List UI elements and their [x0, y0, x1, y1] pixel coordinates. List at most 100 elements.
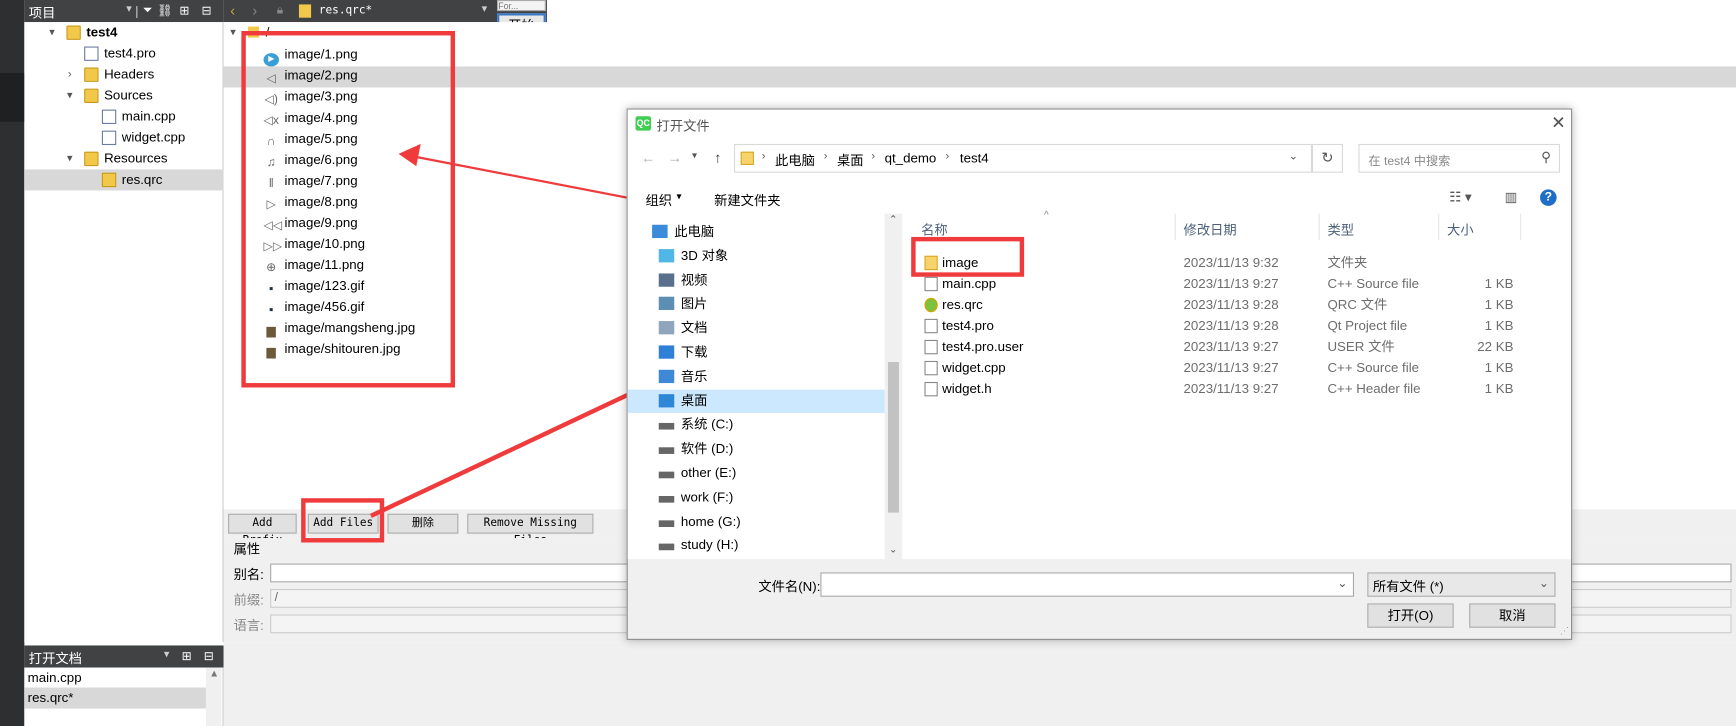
scroll-thumb[interactable]	[887, 362, 899, 513]
drive-icon	[658, 423, 675, 431]
column-type[interactable]: 类型	[1327, 220, 1354, 239]
file-type: C++ Source file	[1327, 275, 1420, 292]
nav-label: 此电脑	[674, 223, 715, 240]
drive-icon	[658, 495, 675, 503]
search-box[interactable]: 在 test4 中搜索 ⚲	[1358, 143, 1560, 173]
qrc-file-icon	[924, 297, 938, 313]
back-arrow-icon[interactable]: ←	[641, 149, 655, 166]
cancel-button[interactable]: 取消	[1469, 603, 1556, 628]
file-size: 1 KB	[1484, 380, 1514, 397]
resource-list-highlight-box	[241, 30, 456, 388]
file-row[interactable]: widget.cpp 2023/11/13 9:27 C++ Source file…	[902, 358, 1571, 379]
refresh-icon[interactable]: ↻	[1311, 143, 1343, 173]
file-name: widget.h	[942, 380, 992, 397]
nav-item[interactable]: 下载	[628, 341, 885, 364]
nav-label: 桌面	[680, 392, 708, 409]
chevron-down-icon[interactable]: ⌄	[1337, 576, 1347, 590]
nav-item[interactable]: home (G:)	[628, 510, 885, 533]
organize-dropdown-icon[interactable]: ▾	[676, 190, 681, 202]
nav-item[interactable]: study (H:)	[628, 534, 885, 557]
nav-item[interactable]: 文档	[628, 317, 885, 340]
file-size: 1 KB	[1484, 317, 1514, 334]
pc-icon	[652, 224, 668, 239]
navigation-pane: 此电脑 3D 对象视频图片 文档下载音乐桌面系统 (C:) 软件 (D:) other …	[627, 213, 903, 560]
nav-item[interactable]: 图片	[628, 293, 885, 316]
nav-item[interactable]: 视频	[628, 269, 885, 292]
dialog-title: 打开文件	[656, 118, 710, 134]
download-icon	[658, 345, 675, 359]
nav-label: 系统 (C:)	[680, 416, 734, 433]
nav-item[interactable]: 桌面	[627, 389, 885, 413]
nav-item[interactable]: 音乐	[628, 365, 885, 388]
preview-pane-icon[interactable]: ▥	[1505, 189, 1518, 204]
file-size: 1 KB	[1484, 275, 1514, 292]
open-file-dialog: QC 打开文件 ✕ ← → ▾ ↑ › 此电脑 › 桌面 › qt_demo ›…	[626, 108, 1573, 640]
nav-item[interactable]: 系统 (C:)	[628, 413, 885, 436]
breadcrumb-qtdemo[interactable]: qt_demo	[885, 151, 937, 166]
file-date: 2023/11/13 9:27	[1183, 380, 1279, 397]
file-type: C++ Source file	[1327, 359, 1420, 376]
breadcrumb-pc[interactable]: 此电脑	[775, 151, 815, 170]
view-options-icon[interactable]: ☷ ▾	[1449, 189, 1471, 204]
up-arrow-icon[interactable]: ↑	[714, 149, 721, 166]
file-name: widget.cpp	[942, 359, 1006, 376]
file-date: 2023/11/13 9:27	[1183, 359, 1279, 376]
breadcrumb-test4[interactable]: test4	[960, 151, 989, 166]
address-bar[interactable]: › 此电脑 › 桌面 › qt_demo › test4 ⌄	[734, 143, 1312, 173]
file-date: 2023/11/13 9:28	[1183, 317, 1279, 334]
new-folder-button[interactable]: 新建文件夹	[714, 190, 780, 209]
organize-button[interactable]: 组织	[645, 190, 672, 209]
cube-icon	[658, 248, 675, 263]
file-name: res.qrc	[942, 296, 983, 313]
drive-icon	[658, 447, 675, 455]
file-row[interactable]: test4.pro 2023/11/13 9:28 Qt Project file 1…	[902, 316, 1571, 337]
nav-label: 3D 对象	[680, 247, 729, 264]
file-type: QRC 文件	[1327, 296, 1388, 313]
column-size[interactable]: 大小	[1447, 220, 1474, 239]
nav-label: 视频	[680, 271, 708, 288]
nav-label: 软件 (D:)	[680, 440, 734, 457]
recent-dropdown-icon[interactable]: ▾	[692, 149, 697, 161]
nav-label: other (E:)	[680, 464, 737, 481]
forward-arrow-icon[interactable]: →	[668, 149, 682, 166]
file-row[interactable]: res.qrc 2023/11/13 9:28 QRC 文件 1 KB	[902, 294, 1571, 315]
nav-label: home (G:)	[680, 513, 741, 529]
add-files-highlight-box	[301, 498, 385, 543]
dialog-titlebar: QC 打开文件 ✕	[627, 109, 1572, 139]
video-icon	[658, 273, 675, 287]
filename-input[interactable]: ⌄	[820, 572, 1355, 597]
column-date[interactable]: 修改日期	[1184, 220, 1237, 239]
nav-item[interactable]: 此电脑	[628, 220, 885, 243]
nav-scrollbar[interactable]: ⌃ ⌄	[884, 213, 903, 560]
drive-icon	[658, 519, 675, 527]
image-folder-highlight-box	[911, 236, 1025, 277]
cpp-file-icon	[924, 360, 938, 376]
file-size: 22 KB	[1477, 338, 1514, 355]
nav-item[interactable]: other (E:)	[628, 462, 885, 485]
close-icon[interactable]: ✕	[1551, 112, 1566, 134]
file-size: 1 KB	[1484, 359, 1514, 376]
cpp-file-icon	[924, 276, 938, 292]
nav-label: 下载	[680, 344, 708, 360]
file-type: 文件夹	[1327, 254, 1368, 271]
search-placeholder: 在 test4 中搜索	[1368, 154, 1451, 169]
filename-label: 文件名(N):	[758, 579, 821, 595]
nav-label: study (H:)	[680, 537, 739, 553]
file-type-value: 所有文件 (*)	[1372, 579, 1444, 595]
file-row[interactable]: widget.h 2023/11/13 9:27 C++ Header file 1 …	[902, 379, 1571, 400]
help-icon[interactable]: ?	[1540, 189, 1557, 206]
chevron-down-icon[interactable]: ⌄	[1289, 151, 1298, 163]
nav-item[interactable]: 软件 (D:)	[628, 438, 885, 461]
nav-item[interactable]: 3D 对象	[628, 244, 885, 267]
file-type-select[interactable]: 所有文件 (*) ⌄	[1367, 572, 1556, 597]
desktop-icon	[658, 393, 675, 407]
document-icon	[658, 321, 675, 335]
breadcrumb-desktop[interactable]: 桌面	[837, 151, 864, 170]
chevron-down-icon[interactable]: ⌄	[1539, 576, 1549, 590]
open-button[interactable]: 打开(O)	[1367, 603, 1454, 628]
header-file-icon	[924, 381, 938, 397]
nav-item[interactable]: work (F:)	[628, 486, 885, 509]
nav-label: 音乐	[680, 368, 708, 384]
file-row[interactable]: test4.pro.user 2023/11/13 9:27 USER 文件 22 K…	[902, 337, 1571, 358]
resize-grip-icon[interactable]: ⋰	[1560, 626, 1569, 636]
